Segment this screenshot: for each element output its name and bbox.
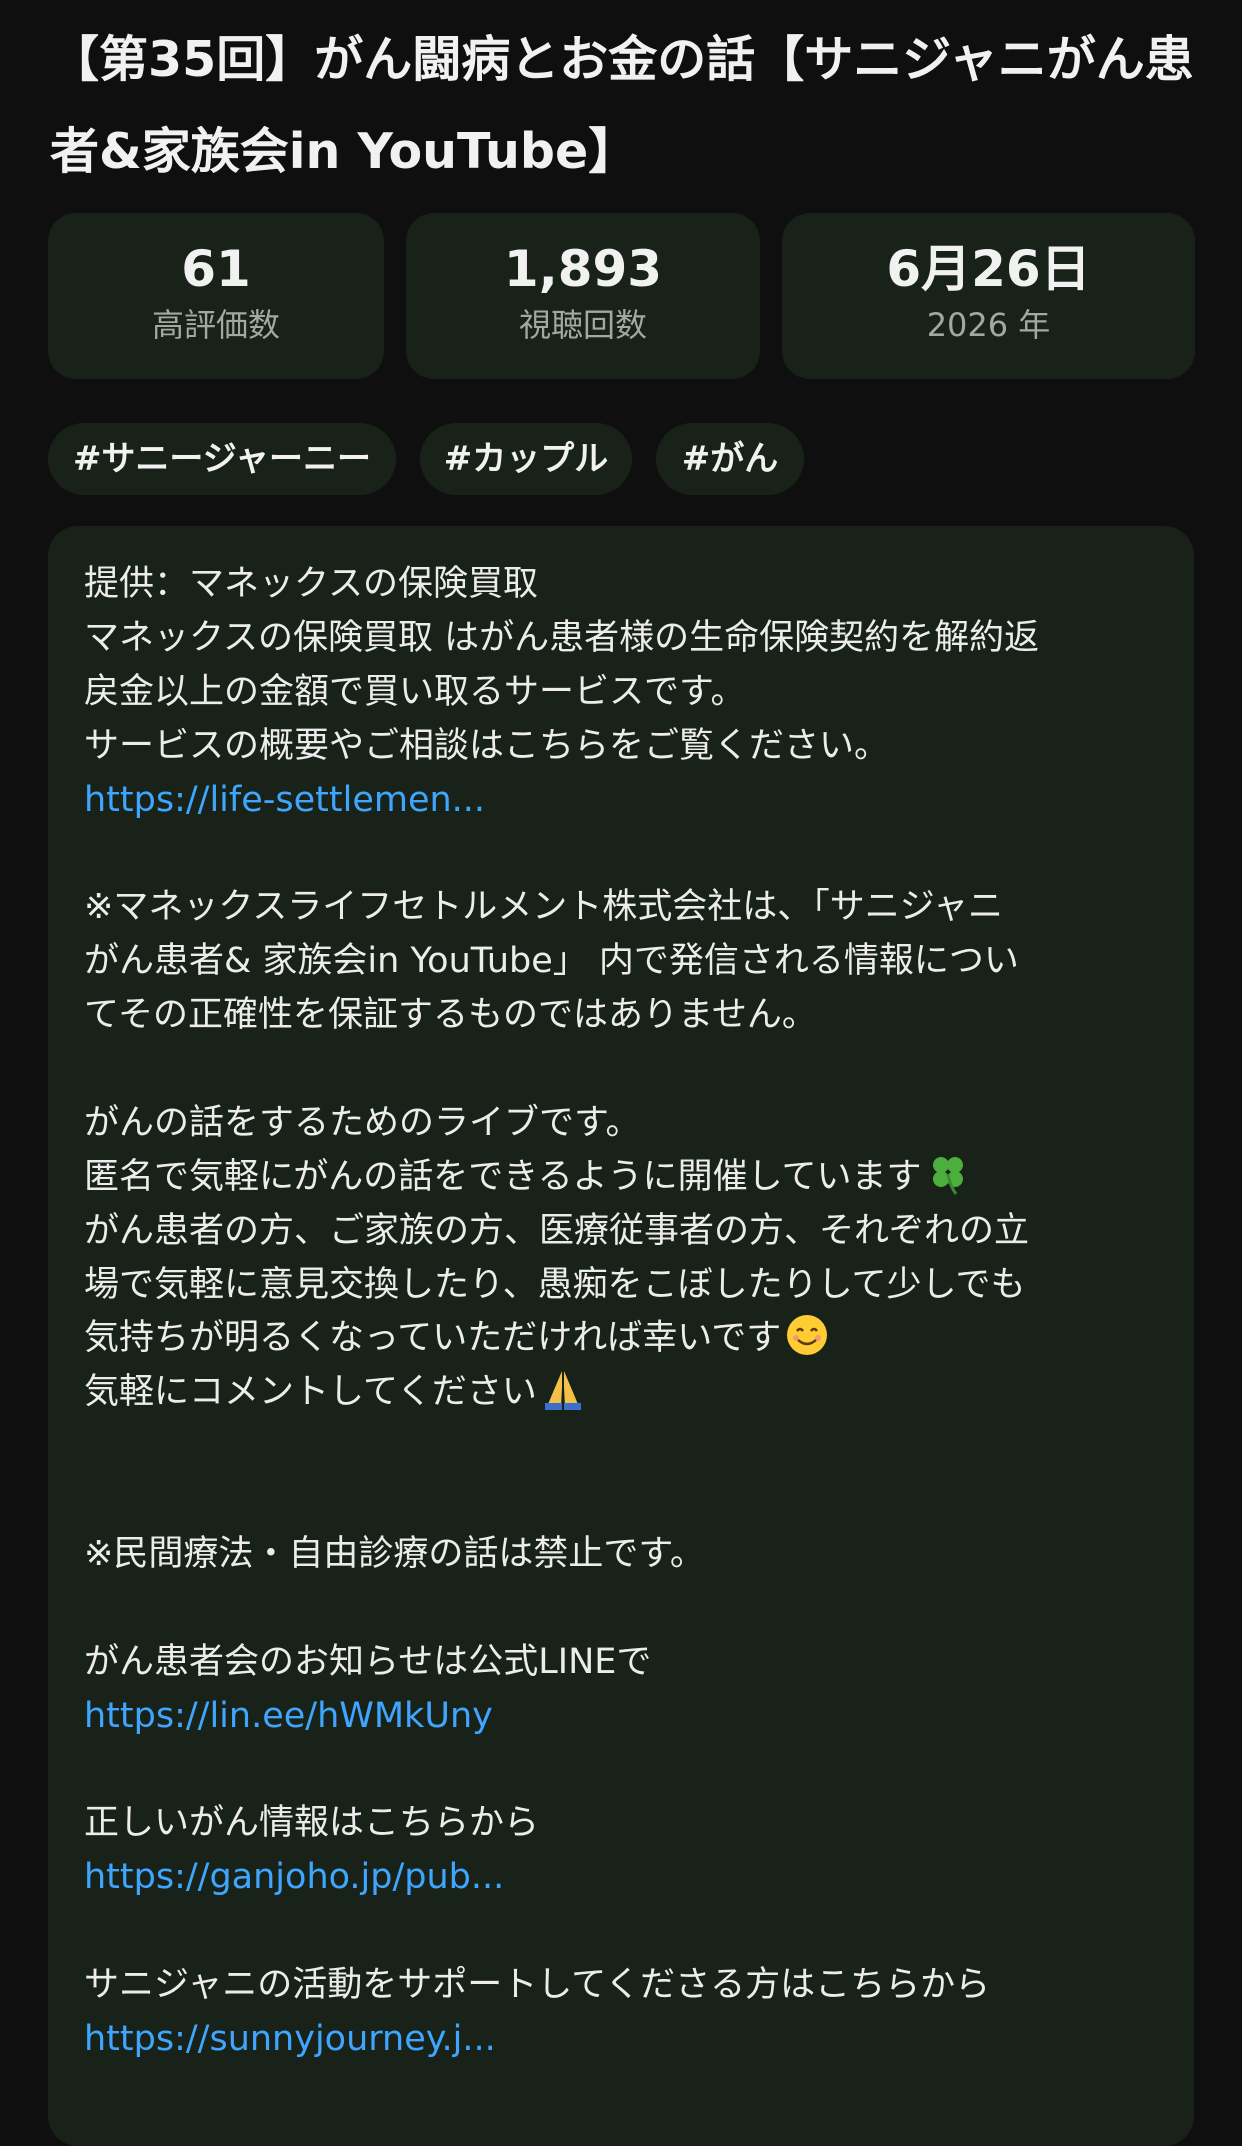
description-line: 場で気軽に意見交換したり、愚痴をこぼしたりして少しでも (84, 1264, 1026, 1305)
description-line: 気軽にコメントしてください (84, 1372, 537, 1413)
description-line: てその正確性を保証するものではありません。 (84, 995, 817, 1036)
description-line: がんの話をするためのライブです。 (84, 1102, 641, 1143)
description-line: 戻金以上の金額で買い取るサービスです。 (84, 671, 746, 712)
views-stat-card: 1,893 視聴回数 (406, 213, 760, 379)
description-text: 提供：マネックスの保険買取 マネックスの保険買取 はがん患者様の生命保険契約を解… (84, 558, 1174, 2067)
likes-stat-card: 61 高評価数 (48, 213, 384, 379)
smiling-face-icon (785, 1313, 829, 1357)
publish-date: 6月26日 (886, 240, 1091, 298)
hashtag-cancer[interactable]: #がん (656, 423, 804, 495)
likes-label: 高評価数 (151, 306, 280, 344)
sunny-journey-link[interactable]: https://sunnyjourney.j... (84, 2019, 496, 2059)
description-line: サニジャニの活動をサポートしてくださる方はこちらから (84, 1965, 991, 2006)
publish-year: 2026 年 (926, 306, 1051, 344)
views-label: 視聴回数 (518, 306, 647, 344)
date-stat-card: 6月26日 2026 年 (782, 213, 1195, 379)
views-count: 1,893 (503, 240, 663, 298)
description-line: ※マネックスライフセトルメント株式会社は、「サニジャニ (84, 887, 1004, 928)
video-title: 【第35回】がん闘病とお金の話【サニジャニがん患者&家族会in YouTube】 (50, 31, 1194, 180)
description-line: 匿名で気軽にがんの話をできるように開催しています (84, 1156, 922, 1197)
description-panel: 提供：マネックスの保険買取 マネックスの保険買取 はがん患者様の生命保険契約を解… (48, 526, 1194, 2146)
four-leaf-clover-icon (926, 1152, 970, 1196)
description-line: マネックスの保険買取 はがん患者様の生命保険契約を解約返 (84, 617, 1040, 658)
folded-hands-icon (541, 1367, 585, 1411)
description-line: 正しいがん情報はこちらから (84, 1803, 540, 1844)
likes-count: 61 (181, 240, 251, 298)
description-line: 提供：マネックスの保険買取 (84, 564, 538, 604)
hashtag-sunny-journey[interactable]: #サニージャーニー (48, 423, 396, 495)
description-line: がん患者& 家族会in YouTube」 内で発信される情報につい (84, 941, 1019, 982)
line-official-link[interactable]: https://lin.ee/hWMkUny (84, 1696, 493, 1736)
description-line: 気持ちが明るくなっていただければ幸いです (84, 1318, 782, 1359)
description-line: がん患者会のお知らせは公式LINEで (84, 1641, 652, 1682)
description-line: ※民間療法・自由診療の話は禁止です。 (84, 1534, 705, 1575)
description-line: がん患者の方、ご家族の方、医療従事者の方、それぞれの立 (84, 1210, 1030, 1251)
life-settlement-link[interactable]: https://life-settlemen... (84, 780, 485, 820)
description-line: サービスの概要やご相談はこちらをご覧ください。 (84, 725, 890, 766)
ganjoho-link[interactable]: https://ganjoho.jp/pub... (84, 1857, 504, 1897)
hashtag-couple[interactable]: #カップル (420, 423, 632, 495)
